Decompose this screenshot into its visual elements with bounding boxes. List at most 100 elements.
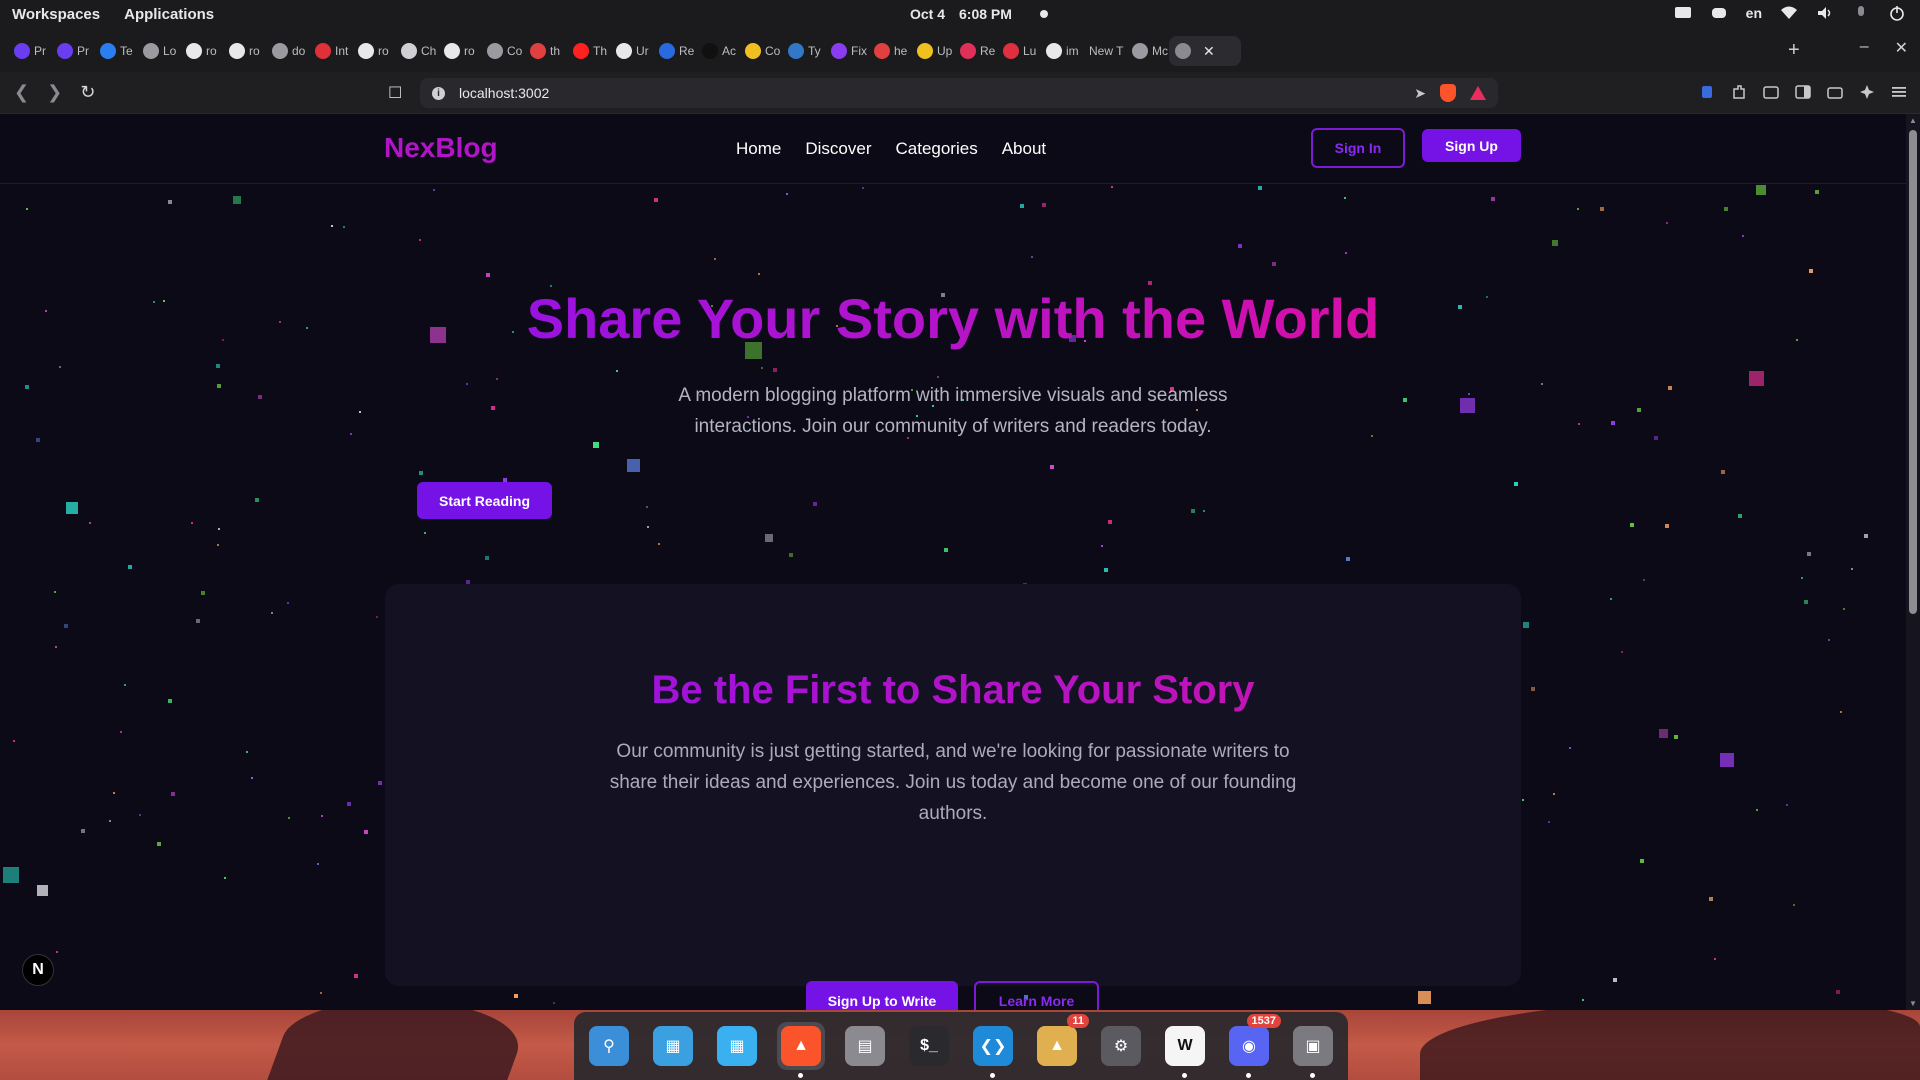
settings-icon[interactable]: ⚙ (1097, 1022, 1145, 1070)
writer-app-icon[interactable]: W (1161, 1022, 1209, 1078)
cta-text: Our community is just getting started, a… (609, 741, 1297, 824)
minimize-button[interactable]: – (1860, 38, 1869, 58)
nextjs-dev-badge[interactable]: N (22, 954, 54, 986)
wallet-icon[interactable] (1826, 83, 1844, 101)
search-app-icon[interactable]: ⚲ (585, 1022, 633, 1070)
forward-button[interactable]: ❯ (47, 82, 62, 103)
keyboard-language[interactable]: en (1746, 5, 1762, 21)
browser-tab[interactable]: Pr (8, 36, 51, 66)
site-logo[interactable]: NexBlog (384, 132, 498, 164)
close-window-button[interactable]: ✕ (1895, 38, 1908, 58)
reload-button[interactable]: ↻ (80, 82, 95, 103)
nav-home[interactable]: Home (736, 139, 781, 159)
close-tab-icon[interactable]: ✕ (1203, 43, 1215, 60)
disk-utility-icon[interactable]: ▣ (1289, 1022, 1337, 1078)
browser-tab[interactable]: Int (309, 36, 352, 66)
file-manager-icon[interactable]: ▤ (841, 1022, 889, 1070)
tab-favicon-icon (530, 43, 546, 59)
browser-tab[interactable]: Te (94, 36, 137, 66)
vscode-icon[interactable]: ❮❯ (969, 1022, 1017, 1078)
browser-tab[interactable]: Up (911, 36, 954, 66)
browser-tab[interactable]: ro (352, 36, 395, 66)
sign-in-button[interactable]: Sign In (1311, 128, 1405, 168)
scrollbar-thumb[interactable] (1909, 130, 1917, 614)
browser-tab[interactable]: Co (739, 36, 782, 66)
site-info-icon[interactable]: i (432, 86, 445, 100)
nav-about[interactable]: About (1002, 139, 1046, 159)
extensions-puzzle-icon[interactable] (1730, 83, 1748, 101)
screen-share-icon[interactable] (1674, 5, 1692, 21)
sign-up-to-write-button[interactable]: Sign Up to Write (806, 981, 958, 1010)
tab-favicon-icon (186, 43, 202, 59)
learn-more-button[interactable]: Learn More (974, 981, 1099, 1010)
browser-tab[interactable]: Mc (1126, 36, 1169, 66)
url-text[interactable]: localhost:3002 (459, 85, 549, 101)
scroll-up-icon[interactable]: ▲ (1909, 116, 1917, 125)
browser-tab[interactable]: ro (223, 36, 266, 66)
applications-menu[interactable]: Applications (124, 6, 214, 23)
browser-tab[interactable]: Lu (997, 36, 1040, 66)
browser-tab[interactable]: New T (1083, 36, 1126, 66)
tab-label: Int (335, 44, 349, 58)
tab-favicon-icon (487, 43, 503, 59)
volume-icon[interactable] (1816, 5, 1834, 21)
clock[interactable]: Oct 4 6:08 PM (910, 6, 1048, 22)
browser-tab[interactable]: ro (180, 36, 223, 66)
browser-tab[interactable]: he (868, 36, 911, 66)
brave-browser-icon[interactable]: ▲ (777, 1022, 825, 1078)
browser-tab[interactable]: Fix (825, 36, 868, 66)
address-bar[interactable]: i localhost:3002 ➤ (420, 78, 1498, 108)
wifi-icon[interactable] (1780, 5, 1798, 21)
discord-tray-icon[interactable] (1710, 5, 1728, 21)
app-grid-icon[interactable]: ▦ (713, 1022, 761, 1070)
browser-tab[interactable]: do (266, 36, 309, 66)
package-installer-icon[interactable]: ▲ 11 (1033, 1014, 1089, 1070)
tab-label: ro (206, 44, 217, 58)
browser-tab[interactable]: ro (438, 36, 481, 66)
browser-tab[interactable]: im (1040, 36, 1083, 66)
start-reading-button[interactable]: Start Reading (417, 482, 552, 519)
tab-label: do (292, 44, 306, 58)
browser-tab[interactable]: Th (567, 36, 610, 66)
browser-tab[interactable]: Ur (610, 36, 653, 66)
back-button[interactable]: ❮ (14, 82, 29, 103)
new-tab-button[interactable]: + (1788, 39, 1800, 62)
cta-card: Be the First to Share Your Story Our com… (385, 584, 1521, 1010)
workspaces-menu[interactable]: Workspaces (12, 6, 100, 23)
tab-label: ro (464, 44, 475, 58)
system-top-bar: Workspaces Applications Oct 4 6:08 PM en (0, 0, 1920, 30)
nav-discover[interactable]: Discover (805, 139, 871, 159)
sidebar-toggle-icon[interactable] (1794, 83, 1812, 101)
files-preview-icon[interactable]: ▦ (649, 1022, 697, 1070)
scroll-down-icon[interactable]: ▼ (1909, 999, 1917, 1008)
browser-tab[interactable]: Co (481, 36, 524, 66)
page-scrollbar[interactable]: ▲ ▼ (1906, 114, 1920, 1010)
sign-up-button[interactable]: Sign Up (1422, 129, 1521, 162)
active-browser-tab[interactable]: ✕ (1169, 36, 1241, 66)
share-icon[interactable]: ➤ (1414, 85, 1426, 102)
tab-favicon-icon (272, 43, 288, 59)
discord-icon[interactable]: ◉ 1537 (1225, 1014, 1281, 1078)
screenshot-icon[interactable] (1762, 83, 1780, 101)
tab-favicon-icon (100, 43, 116, 59)
browser-tab[interactable]: Re (653, 36, 696, 66)
tab-favicon-icon (788, 43, 804, 59)
brave-shields-icon[interactable] (1440, 84, 1456, 102)
terminal-icon[interactable]: $_ (905, 1022, 953, 1070)
browser-tab[interactable]: th (524, 36, 567, 66)
leo-ai-icon[interactable] (1858, 83, 1876, 101)
extension-blue-icon[interactable] (1698, 83, 1716, 101)
browser-tab[interactable]: Lo (137, 36, 180, 66)
brave-rewards-icon[interactable] (1470, 86, 1486, 100)
browser-tab[interactable]: Re (954, 36, 997, 66)
browser-tab[interactable]: Ty (782, 36, 825, 66)
power-icon[interactable] (1888, 5, 1906, 21)
browser-tab[interactable]: Pr (51, 36, 94, 66)
tab-favicon-icon (745, 43, 761, 59)
microphone-icon[interactable] (1852, 5, 1870, 21)
bookmark-icon[interactable]: ☐ (388, 83, 402, 103)
browser-tab[interactable]: Ac (696, 36, 739, 66)
menu-icon[interactable] (1890, 83, 1908, 101)
nav-categories[interactable]: Categories (895, 139, 977, 159)
browser-tab[interactable]: Ch (395, 36, 438, 66)
